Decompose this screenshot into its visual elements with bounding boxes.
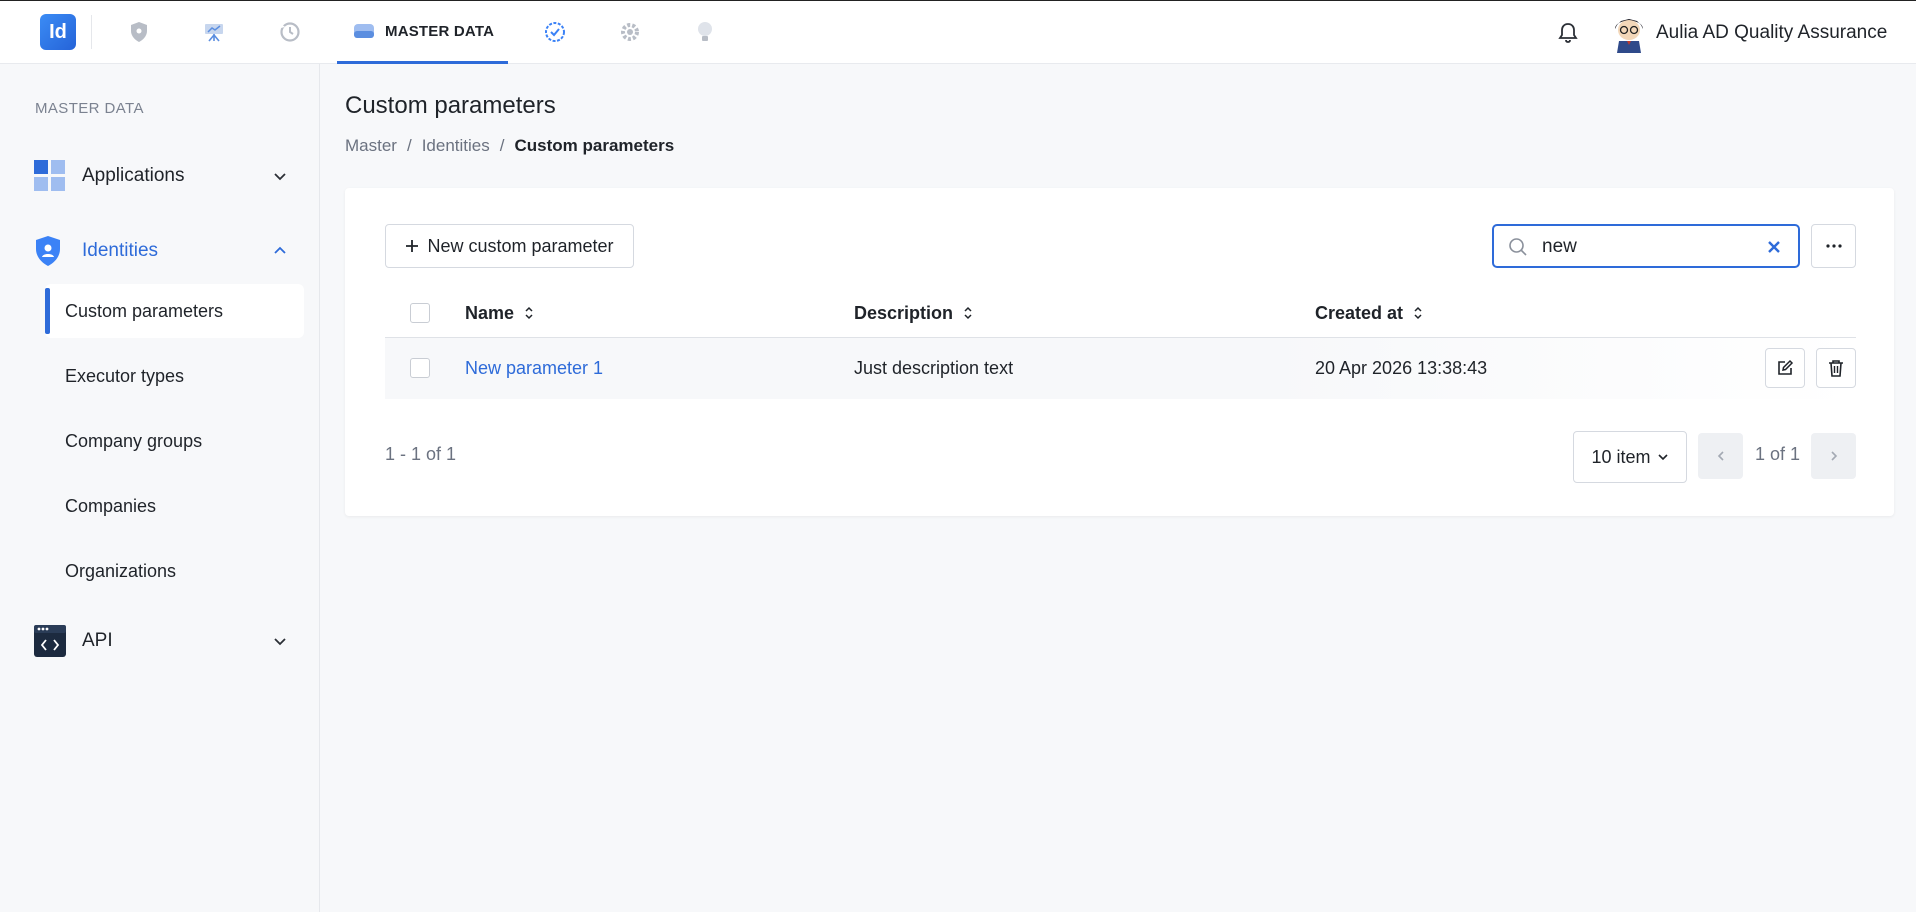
new-button-label: New custom parameter	[427, 235, 614, 256]
history-icon[interactable]	[277, 19, 303, 45]
select-all-checkbox[interactable]	[410, 303, 430, 323]
breadcrumb-link-master[interactable]: Master	[345, 136, 397, 156]
delete-button[interactable]	[1816, 348, 1856, 388]
database-icon	[353, 20, 375, 42]
gear-icon[interactable]	[617, 19, 643, 45]
column-header-name[interactable]: Name	[465, 288, 534, 338]
chevron-down-icon	[272, 168, 288, 184]
search-icon	[1508, 237, 1528, 257]
row-checkbox[interactable]	[410, 358, 430, 378]
top-bar: Id MASTER DATA Aulia AD Quality Assuranc…	[0, 0, 1916, 64]
column-header-label: Created at	[1315, 302, 1404, 323]
logo-text: Id	[49, 20, 67, 43]
plus-icon	[406, 240, 419, 252]
shield-user-icon	[34, 235, 66, 267]
sort-icon	[1414, 306, 1422, 320]
grid-icon	[34, 160, 66, 192]
trash-icon	[1829, 360, 1843, 377]
code-window-icon	[34, 625, 66, 657]
breadcrumb: Master / Identities / Custom parameters	[345, 136, 674, 156]
sidebar-item-company-groups[interactable]: Company groups	[45, 414, 304, 468]
sidebar-item-custom-parameters[interactable]: Custom parameters	[45, 284, 304, 338]
page-size-select[interactable]: 10 item	[1573, 431, 1687, 483]
user-name[interactable]: Aulia AD Quality Assurance	[1656, 22, 1887, 44]
content-card: New custom parameter Name Description Cr…	[345, 188, 1894, 516]
sidebar-item-label: Executor types	[65, 365, 185, 386]
results-count: 1 - 1 of 1	[385, 444, 457, 464]
page-title: Custom parameters	[345, 92, 556, 119]
divider	[91, 15, 92, 49]
sidebar-group-label: API	[82, 630, 113, 651]
breadcrumb-current: Custom parameters	[514, 136, 675, 155]
breadcrumb-separator: /	[499, 136, 505, 155]
column-header-label: Name	[465, 302, 515, 323]
row-created-at: 20 Apr 2026 13:38:43	[1315, 358, 1488, 378]
tab-master-data[interactable]: MASTER DATA	[337, 1, 508, 64]
search-field[interactable]	[1492, 224, 1800, 268]
page-size-label: 10 item	[1591, 446, 1651, 467]
more-icon	[1825, 244, 1842, 248]
new-custom-parameter-button[interactable]: New custom parameter	[385, 224, 634, 268]
chevron-down-icon	[1657, 454, 1668, 461]
table-row[interactable]: New parameter 1 Just description text 20…	[385, 338, 1856, 399]
sidebar-heading: MASTER DATA	[35, 100, 144, 117]
lightbulb-icon[interactable]	[692, 19, 718, 45]
sidebar-group-api[interactable]: API	[0, 616, 320, 666]
row-description: Just description text	[854, 358, 1014, 378]
presentation-icon[interactable]	[201, 19, 227, 45]
sidebar-item-executor-types[interactable]: Executor types	[45, 349, 304, 403]
bell-icon[interactable]	[1555, 20, 1581, 46]
sort-icon	[964, 306, 972, 320]
chevron-up-icon	[272, 243, 288, 259]
column-header-created-at[interactable]: Created at	[1315, 288, 1423, 338]
next-page-button[interactable]	[1811, 433, 1856, 479]
more-options-button[interactable]	[1811, 224, 1856, 268]
sidebar-group-label: Identities	[82, 240, 159, 261]
edit-icon	[1778, 359, 1794, 375]
sidebar-item-label: Organizations	[65, 560, 177, 581]
breadcrumb-separator: /	[406, 136, 412, 155]
search-input[interactable]	[1542, 233, 1752, 261]
table-header: Name Description Created at	[385, 288, 1856, 338]
app-logo[interactable]: Id	[40, 14, 76, 50]
column-header-label: Description	[854, 302, 954, 323]
shield-icon[interactable]	[126, 19, 152, 45]
tab-master-data-label: MASTER DATA	[385, 22, 495, 40]
previous-page-button[interactable]	[1698, 433, 1743, 479]
sidebar: MASTER DATA Applications Identities Cust…	[0, 64, 320, 912]
column-header-description[interactable]: Description	[854, 288, 973, 338]
sidebar-item-label: Custom parameters	[65, 300, 224, 321]
sidebar-group-identities[interactable]: Identities	[0, 226, 320, 276]
sidebar-item-companies[interactable]: Companies	[45, 479, 304, 533]
sidebar-group-applications[interactable]: Applications	[0, 151, 320, 201]
edit-button[interactable]	[1765, 348, 1805, 388]
sidebar-item-label: Companies	[65, 495, 157, 516]
chevron-down-icon	[272, 633, 288, 649]
sidebar-group-label: Applications	[82, 165, 185, 186]
clear-icon[interactable]	[1764, 237, 1784, 257]
avatar[interactable]	[1610, 13, 1648, 53]
sidebar-item-organizations[interactable]: Organizations	[45, 544, 304, 598]
breadcrumb-link-identities[interactable]: Identities	[422, 136, 490, 156]
row-name-link[interactable]: New parameter 1	[465, 338, 603, 399]
chevron-left-icon	[1717, 451, 1724, 461]
sort-icon	[525, 306, 533, 320]
page-indicator: 1 of 1	[1755, 444, 1801, 464]
sidebar-item-label: Company groups	[65, 430, 203, 451]
badge-check-icon[interactable]	[542, 19, 568, 45]
chevron-right-icon	[1830, 451, 1837, 461]
